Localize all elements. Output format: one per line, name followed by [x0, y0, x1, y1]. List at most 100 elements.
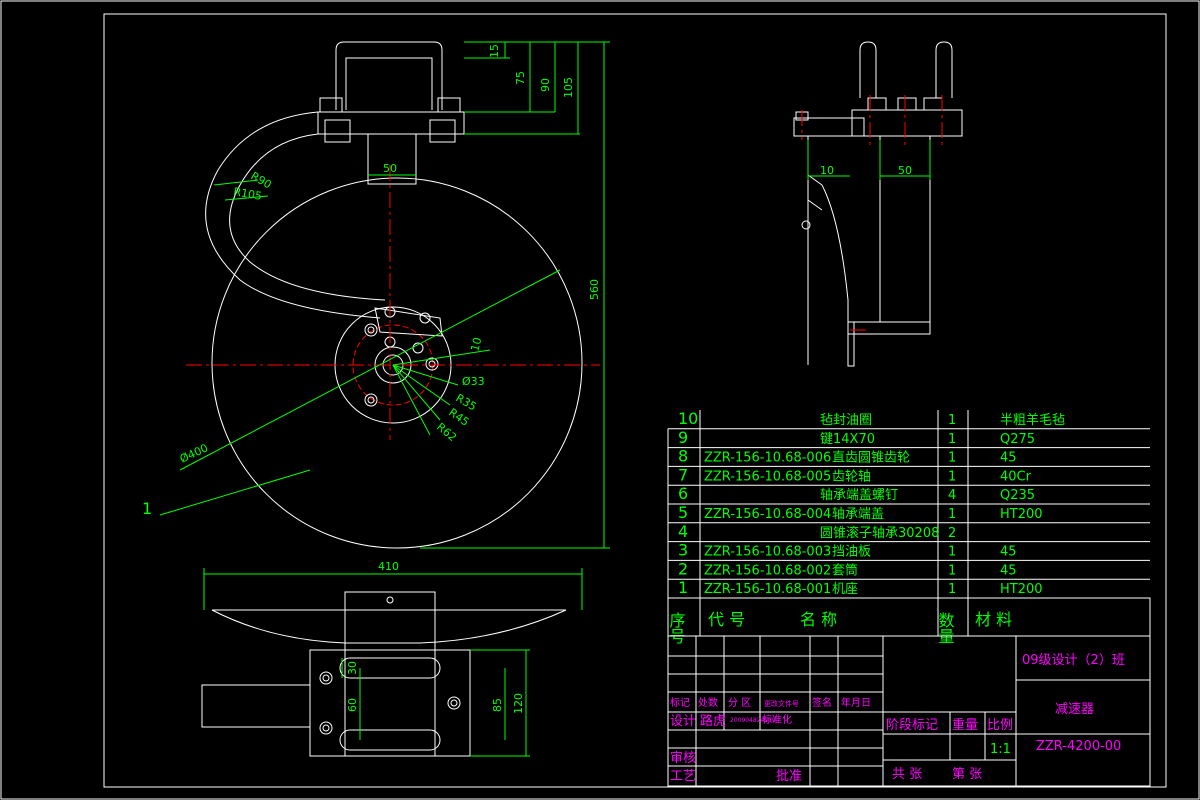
- part-name: 轴承端盖螺钉: [820, 488, 898, 503]
- part-material: HT200: [1000, 507, 1043, 522]
- tb-sheet-no: 第 张: [952, 767, 982, 782]
- part-name: 毡封油圈: [820, 413, 872, 428]
- bottom-disc: [211, 609, 567, 644]
- header-seq: 序号: [667, 612, 686, 645]
- part-number: 1: [678, 578, 688, 597]
- dim-15: 15: [488, 44, 501, 58]
- header-code: 代 号: [708, 610, 745, 629]
- dim-r62: R62: [434, 420, 459, 444]
- inner-frame: [103, 13, 1167, 788]
- post: [367, 133, 417, 185]
- part-material: 半粗羊毛毡: [1000, 412, 1065, 428]
- tb-scale-value: 1:1: [990, 742, 1011, 757]
- leader-label-1: 1: [142, 499, 152, 518]
- part-qty: 1: [948, 563, 956, 578]
- header-qty: 数量: [936, 612, 955, 644]
- part-material: Q275: [1000, 432, 1035, 447]
- dim-75: 75: [514, 71, 527, 85]
- part-qty: 1: [948, 507, 956, 522]
- drawing-number: ZZR-4200-00: [1036, 739, 1121, 754]
- part-number: 3: [678, 541, 688, 560]
- main-centerlines: [186, 165, 600, 440]
- tb-mark: 标记: [670, 697, 690, 709]
- part-material: 45: [1000, 451, 1017, 466]
- part-material: Q235: [1000, 488, 1035, 503]
- tb-change-doc: 更改文件号: [764, 699, 799, 708]
- header-name: 名 称: [800, 610, 837, 629]
- tb-weight: 重量: [952, 717, 978, 733]
- dim-90: 90: [539, 78, 552, 92]
- part-code: ZZR-156-10.68-006: [704, 451, 831, 466]
- part-number: 8: [678, 447, 688, 466]
- curved-arm: [205, 111, 381, 319]
- part-qty: 1: [948, 432, 956, 447]
- part-material: 45: [1000, 545, 1017, 560]
- part-code: ZZR-156-10.68-004: [704, 507, 831, 522]
- tb-zone: 分 区: [728, 697, 751, 709]
- part-qty: 2: [948, 526, 956, 541]
- disc-outline: [211, 177, 583, 549]
- dim-r105: R105: [232, 185, 262, 203]
- title-block-text: 09级设计（2）班 减速器 ZZR-4200-00 标记 处数 分 区 更改文件…: [670, 653, 1125, 784]
- part-number: 4: [678, 522, 688, 541]
- dim-560: 560: [588, 279, 601, 300]
- tb-process: 工艺: [670, 769, 696, 784]
- u-bolt: [335, 41, 443, 110]
- tb-date: 年月日: [841, 696, 871, 709]
- main-dim-labels: 15 75 90 105 560 50 R90 R105 10 Ø33 R35 …: [142, 44, 601, 518]
- tb-standardize: 标准化: [762, 713, 792, 726]
- drawing-title: 减速器: [1055, 702, 1094, 717]
- side-view: [793, 41, 963, 367]
- bottom-dim-410: 410: [378, 560, 399, 573]
- part-number: 5: [678, 503, 688, 522]
- part-code: ZZR-156-10.68-005: [704, 469, 831, 484]
- part-material: HT200: [1000, 582, 1043, 597]
- tb-sheets-total: 共 张: [892, 767, 922, 782]
- part-qty: 4: [948, 488, 956, 503]
- dim-50-top: 50: [383, 162, 397, 175]
- part-name: 直齿圆锥齿轮: [832, 451, 910, 466]
- tb-review: 审核: [670, 751, 696, 766]
- part-number: 2: [678, 559, 688, 578]
- bottom-dim-30: 30: [346, 661, 359, 675]
- bottom-dim-120: 120: [512, 693, 525, 714]
- tb-scale: 比例: [987, 718, 1013, 733]
- part-name: 齿轮轴: [832, 469, 871, 484]
- part-qty: 1: [948, 413, 956, 428]
- tb-sign: 签名: [812, 696, 832, 709]
- part-qty: 1: [948, 469, 956, 484]
- bottom-dim-lines: [203, 568, 583, 757]
- dim-phi33: Ø33: [462, 375, 485, 388]
- main-dim-lines: [159, 41, 610, 549]
- side-bolt-right: [935, 41, 953, 98]
- part-name: 圆锥滚子轴承30208: [820, 525, 939, 541]
- outer-frame: [0, 0, 1200, 800]
- bottom-plate: [309, 649, 471, 757]
- side-bolt-left: [859, 41, 877, 98]
- part-code: ZZR-156-10.68-001: [704, 582, 831, 597]
- part-code: ZZR-156-10.68-003: [704, 545, 831, 560]
- part-number: 7: [678, 465, 688, 484]
- tb-count: 处数: [698, 696, 718, 709]
- bottom-view: [201, 591, 567, 757]
- main-view: [205, 41, 583, 549]
- side-dim-50: 50: [898, 164, 912, 177]
- tb-approve: 批准: [776, 769, 802, 784]
- part-number: 10: [678, 409, 698, 428]
- part-number: 9: [678, 428, 688, 447]
- dim-105: 105: [562, 77, 575, 98]
- part-qty: 1: [948, 545, 956, 560]
- side-top-plate: [851, 109, 963, 137]
- side-centerlines: [801, 95, 943, 331]
- part-material: 40Cr: [1000, 469, 1032, 484]
- tb-stage-mark: 阶段标记: [886, 718, 938, 733]
- part-name: 轴承端盖: [832, 507, 884, 522]
- bottom-arm: [201, 684, 311, 728]
- part-number: 6: [678, 484, 688, 503]
- dim-phi400: Ø400: [178, 441, 210, 465]
- part-qty: 1: [948, 582, 956, 597]
- top-plate: [317, 111, 465, 135]
- part-name: 挡油板: [832, 545, 871, 560]
- bottom-dim-60: 60: [346, 698, 359, 712]
- header-material: 材 料: [975, 610, 1012, 629]
